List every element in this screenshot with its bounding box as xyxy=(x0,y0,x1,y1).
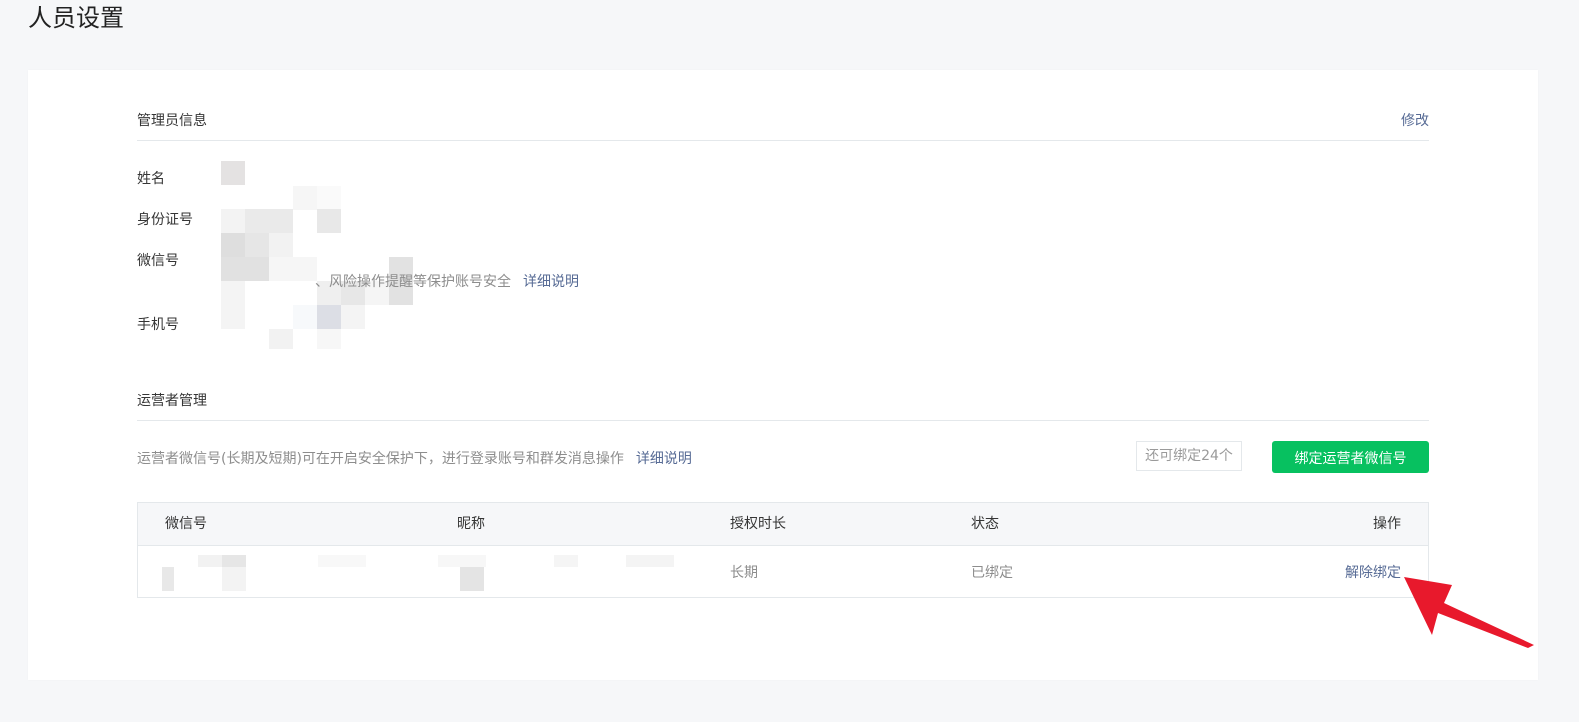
edit-admin-link[interactable]: 修改 xyxy=(1401,110,1429,130)
col-nickname: 昵称 xyxy=(457,516,485,532)
phone-label: 手机号 xyxy=(137,317,179,333)
col-wechat-id: 微信号 xyxy=(165,516,207,532)
wechat-detail-link[interactable]: 详细说明 xyxy=(523,274,579,290)
id-number-label: 身份证号 xyxy=(137,212,193,228)
name-label: 姓名 xyxy=(137,171,165,187)
page-title: 人员设置 xyxy=(28,4,124,32)
operators-description: 运营者微信号(长期及短期)可在开启安全保护下，进行登录账号和群发消息操作 详细说明 xyxy=(137,448,692,468)
settings-card: 管理员信息 修改 姓名 身份证号 微信号 手机号 、风险操作提醒等保护账号安全详… xyxy=(28,70,1538,680)
wechat-id-label: 微信号 xyxy=(137,253,179,269)
unbind-button[interactable]: 解除绑定 xyxy=(1345,563,1401,583)
col-auth-duration: 授权时长 xyxy=(730,516,786,532)
operators-header: 运营者管理 xyxy=(137,370,1429,421)
operators-detail-link[interactable]: 详细说明 xyxy=(636,451,692,467)
operators-title: 运营者管理 xyxy=(137,393,207,409)
row-duration: 长期 xyxy=(730,565,758,581)
red-arrow-icon xyxy=(1404,577,1534,648)
col-actions: 操作 xyxy=(1373,516,1401,532)
remaining-binds-badge: 还可绑定24个 xyxy=(1136,441,1242,471)
admin-info-title: 管理员信息 xyxy=(137,113,207,129)
wechat-security-note: 、风险操作提醒等保护账号安全 详细说明 xyxy=(315,271,579,291)
admin-info-header: 管理员信息 修改 xyxy=(137,70,1429,141)
admin-info-section: 管理员信息 修改 xyxy=(137,70,1429,141)
row-status: 已绑定 xyxy=(971,565,1013,581)
operators-table: 微信号 昵称 授权时长 状态 操作 长期 已绑定 解除绑定 xyxy=(137,502,1429,598)
bind-operator-button[interactable]: 绑定运营者微信号 xyxy=(1272,441,1429,473)
wechat-security-text: 、风险操作提醒等保护账号安全 xyxy=(315,274,511,290)
operators-description-text: 运营者微信号(长期及短期)可在开启安全保护下，进行登录账号和群发消息操作 xyxy=(137,451,624,467)
col-status: 状态 xyxy=(971,516,999,532)
table-header: 微信号 昵称 授权时长 状态 操作 xyxy=(138,503,1428,546)
